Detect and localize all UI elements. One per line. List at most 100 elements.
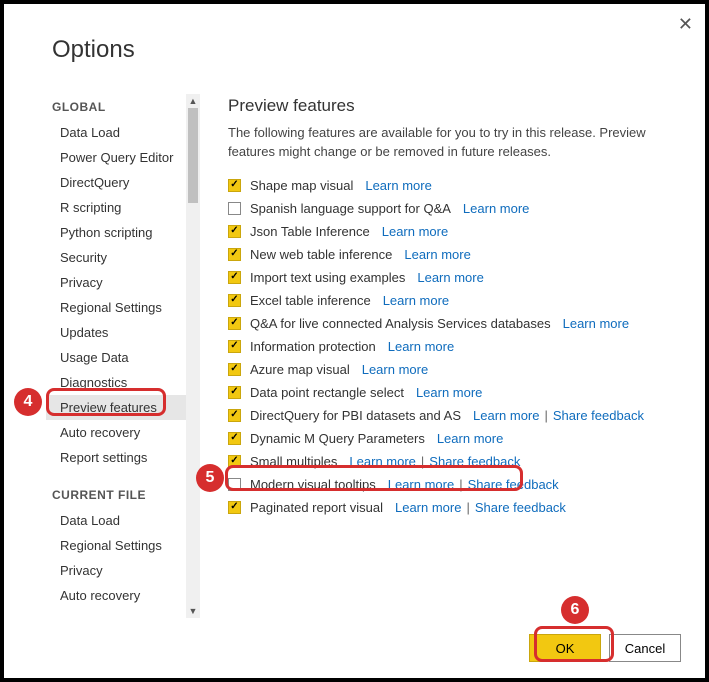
- sidebar-item-data-load[interactable]: Data Load: [46, 120, 186, 145]
- feature-checkbox[interactable]: ✓: [228, 248, 241, 261]
- learn-more-link[interactable]: Learn more: [473, 408, 539, 423]
- feature-label: Paginated report visual: [250, 500, 383, 515]
- feature-row: Modern visual tooltips Learn more | Share f…: [228, 473, 681, 496]
- feature-label: DirectQuery for PBI datasets and AS: [250, 408, 461, 423]
- panel-title: Preview features: [228, 96, 681, 116]
- feature-checkbox[interactable]: ✓: [228, 432, 241, 445]
- feature-row: Spanish language support for Q&A Learn mo…: [228, 197, 681, 220]
- feature-checkbox[interactable]: ✓: [228, 455, 241, 468]
- sidebar-item-updates[interactable]: Updates: [46, 320, 186, 345]
- sidebar-section-global: GLOBAL: [52, 100, 186, 114]
- main-panel: Preview features The following features …: [200, 94, 681, 618]
- sidebar-item-power-query-editor[interactable]: Power Query Editor: [46, 145, 186, 170]
- feature-checkbox[interactable]: ✓: [228, 340, 241, 353]
- feature-checkbox[interactable]: ✓: [228, 409, 241, 422]
- feature-checkbox[interactable]: [228, 478, 241, 491]
- feature-row: ✓Dynamic M Query ParametersLearn more: [228, 427, 681, 450]
- cancel-button[interactable]: Cancel: [609, 634, 681, 662]
- sidebar-item-cf-regional-settings[interactable]: Regional Settings: [46, 533, 186, 558]
- feature-label: Spanish language support for Q&A: [250, 201, 451, 216]
- sidebar-item-privacy[interactable]: Privacy: [46, 270, 186, 295]
- feature-checkbox[interactable]: [228, 202, 241, 215]
- feature-label: Small multiples: [250, 454, 337, 469]
- feature-label: Azure map visual: [250, 362, 350, 377]
- feature-label: Data point rectangle select: [250, 385, 404, 400]
- feature-row: ✓ New web table inference Learn more: [228, 243, 681, 266]
- feature-row: ✓ Json Table Inference Learn more: [228, 220, 681, 243]
- feature-row: ✓ Shape map visual Learn more: [228, 174, 681, 197]
- learn-more-link[interactable]: Learn more: [382, 224, 448, 239]
- sidebar: GLOBAL Data Load Power Query Editor Dire…: [46, 94, 186, 618]
- sidebar-scrollbar[interactable]: ▲ ▼: [186, 94, 200, 618]
- share-feedback-link[interactable]: Share feedback: [429, 454, 520, 469]
- feature-row: ✓ Excel table inference Learn more: [228, 289, 681, 312]
- sidebar-item-directquery[interactable]: DirectQuery: [46, 170, 186, 195]
- learn-more-link[interactable]: Learn more: [563, 316, 629, 331]
- sidebar-item-security[interactable]: Security: [46, 245, 186, 270]
- learn-more-link[interactable]: Learn more: [395, 500, 461, 515]
- learn-more-link[interactable]: Learn more: [437, 431, 503, 446]
- learn-more-link[interactable]: Learn more: [349, 454, 415, 469]
- sidebar-item-preview-features[interactable]: Preview features: [46, 395, 186, 420]
- feature-label: Modern visual tooltips: [250, 477, 376, 492]
- link-separator: |: [421, 454, 424, 469]
- feature-label: Q&A for live connected Analysis Services…: [250, 316, 551, 331]
- feature-checkbox[interactable]: ✓: [228, 225, 241, 238]
- sidebar-item-cf-data-load[interactable]: Data Load: [46, 508, 186, 533]
- learn-more-link[interactable]: Learn more: [416, 385, 482, 400]
- learn-more-link[interactable]: Learn more: [388, 339, 454, 354]
- feature-checkbox[interactable]: ✓: [228, 386, 241, 399]
- feature-row: ✓ DirectQuery for PBI datasets and AS Lear…: [228, 404, 681, 427]
- sidebar-item-python-scripting[interactable]: Python scripting: [46, 220, 186, 245]
- sidebar-item-r-scripting[interactable]: R scripting: [46, 195, 186, 220]
- scroll-down-icon[interactable]: ▼: [186, 604, 200, 618]
- feature-label: Excel table inference: [250, 293, 371, 308]
- ok-button[interactable]: OK: [529, 634, 601, 662]
- sidebar-item-usage-data[interactable]: Usage Data: [46, 345, 186, 370]
- sidebar-item-cf-privacy[interactable]: Privacy: [46, 558, 186, 583]
- options-dialog: ✕ Options GLOBAL Data Load Power Query E…: [4, 4, 705, 678]
- share-feedback-link[interactable]: Share feedback: [468, 477, 559, 492]
- feature-row: ✓ Paginated report visual Learn more | Share…: [228, 496, 681, 519]
- feature-checkbox[interactable]: ✓: [228, 179, 241, 192]
- link-separator: |: [466, 500, 469, 515]
- feature-label: New web table inference: [250, 247, 392, 262]
- link-separator: |: [544, 408, 547, 423]
- learn-more-link[interactable]: Learn more: [362, 362, 428, 377]
- learn-more-link[interactable]: Learn more: [463, 201, 529, 216]
- feature-row: ✓ Q&A for live connected Analysis Service…: [228, 312, 681, 335]
- link-separator: |: [459, 477, 462, 492]
- feature-checkbox[interactable]: ✓: [228, 271, 241, 284]
- learn-more-link[interactable]: Learn more: [388, 477, 454, 492]
- feature-checkbox[interactable]: ✓: [228, 501, 241, 514]
- sidebar-item-regional-settings[interactable]: Regional Settings: [46, 295, 186, 320]
- scrollbar-thumb[interactable]: [188, 108, 198, 203]
- share-feedback-link[interactable]: Share feedback: [553, 408, 644, 423]
- learn-more-link[interactable]: Learn more: [404, 247, 470, 262]
- sidebar-section-current-file: CURRENT FILE: [52, 488, 186, 502]
- feature-row: ✓ Import text using examples Learn more: [228, 266, 681, 289]
- sidebar-item-diagnostics[interactable]: Diagnostics: [46, 370, 186, 395]
- feature-row: ✓ Small multiples Learn more | Share feedbac…: [228, 450, 681, 473]
- dialog-title: Options: [52, 36, 135, 64]
- feature-row: ✓Information protectionLearn more: [228, 335, 681, 358]
- sidebar-item-cf-auto-recovery[interactable]: Auto recovery: [46, 583, 186, 608]
- learn-more-link[interactable]: Learn more: [383, 293, 449, 308]
- feature-checkbox[interactable]: ✓: [228, 294, 241, 307]
- share-feedback-link[interactable]: Share feedback: [475, 500, 566, 515]
- scroll-up-icon[interactable]: ▲: [186, 94, 200, 108]
- callout-badge-4: 4: [14, 388, 42, 416]
- feature-label: Json Table Inference: [250, 224, 370, 239]
- learn-more-link[interactable]: Learn more: [417, 270, 483, 285]
- feature-label: Import text using examples: [250, 270, 405, 285]
- feature-checkbox[interactable]: ✓: [228, 317, 241, 330]
- feature-checkbox[interactable]: ✓: [228, 363, 241, 376]
- feature-list: ✓Shape map visualLearn moreSpanish langu…: [228, 174, 681, 519]
- feature-row: ✓ Data point rectangle select Learn more: [228, 381, 681, 404]
- sidebar-item-auto-recovery[interactable]: Auto recovery: [46, 420, 186, 445]
- close-icon[interactable]: ✕: [678, 14, 693, 35]
- learn-more-link[interactable]: Learn more: [365, 178, 431, 193]
- feature-label: Shape map visual: [250, 178, 353, 193]
- feature-row: ✓ Azure map visual Learn more: [228, 358, 681, 381]
- sidebar-item-report-settings[interactable]: Report settings: [46, 445, 186, 470]
